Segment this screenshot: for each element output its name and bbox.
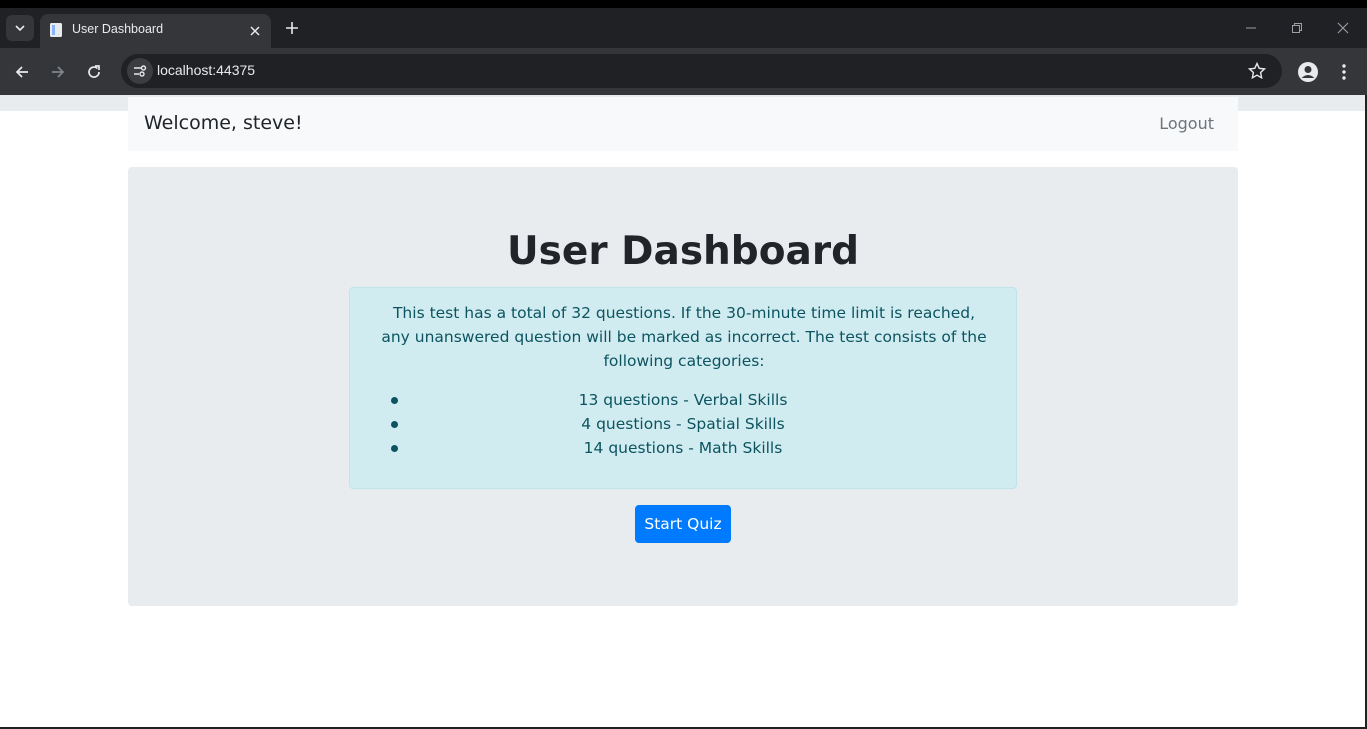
page-title: User Dashboard [507, 229, 859, 274]
list-item: 14 questions - Math Skills [350, 436, 1016, 460]
back-arrow-icon [15, 66, 28, 78]
address-bar[interactable]: localhost:44375 [121, 54, 1282, 88]
tab-user-dashboard[interactable]: User Dashboard [40, 14, 271, 48]
window-close-icon [1337, 22, 1349, 34]
site-info-button[interactable] [127, 58, 153, 84]
bullet-icon [391, 421, 398, 428]
quiz-info-alert: This test has a total of 32 questions. I… [349, 287, 1017, 489]
back-button[interactable] [8, 58, 36, 86]
tab-strip: User Dashboard [0, 8, 1367, 48]
tab-title: User Dashboard [72, 22, 164, 36]
browser-menu-button[interactable] [1334, 60, 1354, 84]
new-tab-button[interactable] [280, 16, 304, 40]
window-top-edge [0, 0, 1367, 8]
profile-icon [1298, 62, 1318, 82]
logout-link[interactable]: Logout [1159, 114, 1214, 133]
browser-toolbar: localhost:44375 [0, 48, 1367, 95]
profile-button[interactable] [1296, 60, 1320, 84]
category-label: 14 questions - Math Skills [583, 439, 783, 457]
forward-button[interactable] [44, 58, 72, 86]
dashboard-panel: User Dashboard This test has a total of … [128, 167, 1238, 606]
tab-search-icon [15, 25, 25, 32]
quiz-intro-text: This test has a total of 32 questions. I… [381, 304, 987, 370]
minimize-button[interactable] [1239, 17, 1263, 39]
tab-close-button[interactable] [245, 21, 265, 41]
url-text: localhost:44375 [157, 62, 256, 78]
bullet-icon [391, 397, 398, 404]
start-quiz-button[interactable]: Start Quiz [635, 505, 731, 543]
restore-button[interactable] [1285, 17, 1309, 39]
restore-icon [1292, 23, 1302, 33]
minimize-icon [1246, 27, 1256, 29]
tab-search-button[interactable] [6, 15, 34, 41]
category-label: 4 questions - Spatial Skills [581, 415, 785, 433]
bookmark-button[interactable] [1246, 60, 1268, 82]
bookmark-star-icon [1248, 62, 1266, 80]
welcome-message: Welcome, steve! [144, 112, 303, 134]
category-label: 13 questions - Verbal Skills [578, 391, 788, 409]
bullet-icon [391, 445, 398, 452]
plus-icon [286, 22, 298, 34]
reload-button[interactable] [80, 58, 108, 86]
reload-icon [88, 65, 100, 78]
window-close-button[interactable] [1331, 17, 1355, 39]
menu-dots-icon [1342, 64, 1346, 80]
category-list: 13 questions - Verbal Skills 4 questions… [350, 388, 1016, 460]
site-info-icon [134, 65, 147, 77]
page-favicon-icon [50, 23, 62, 37]
list-item: 4 questions - Spatial Skills [350, 412, 1016, 436]
forward-arrow-icon [52, 66, 65, 78]
close-icon [250, 26, 260, 36]
site-navbar: Welcome, steve! Logout [128, 97, 1238, 151]
list-item: 13 questions - Verbal Skills [350, 388, 1016, 412]
